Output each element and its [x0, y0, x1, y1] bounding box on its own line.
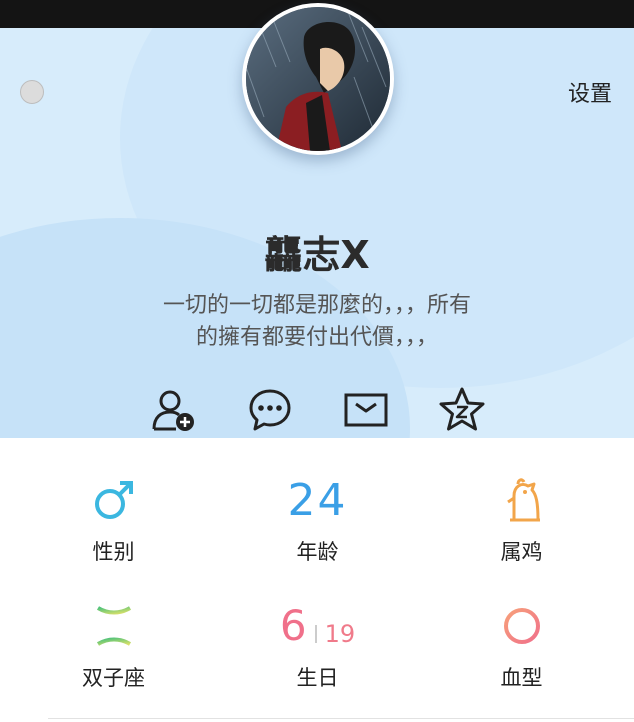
age-value: 24	[287, 474, 348, 526]
blood-type-ring-icon	[503, 608, 540, 644]
settings-button[interactable]: 设置	[568, 76, 612, 108]
mail-button[interactable]	[342, 386, 390, 434]
rooster-icon	[506, 478, 540, 522]
add-friend-button[interactable]	[149, 386, 197, 434]
zodiac-animal-label: 属鸡	[500, 540, 543, 564]
chat-button[interactable]	[246, 386, 294, 434]
birthday-separator	[314, 625, 317, 643]
avatar-image	[246, 7, 390, 151]
star-sign-item: 双子座	[8, 600, 219, 710]
gender-item: 性别	[8, 474, 219, 584]
age-label: 年龄	[296, 540, 339, 564]
male-symbol-icon	[94, 481, 133, 519]
bio-line-2: 的擁有都要付出代價，，，	[195, 325, 438, 350]
birthday-month: 6	[279, 601, 307, 650]
blood-type-label: 血型	[500, 666, 543, 690]
zodiac-animal-item: 属鸡	[416, 474, 627, 584]
birthday-item: 6 19 生日	[212, 600, 423, 710]
birthday-label: 生日	[296, 666, 339, 690]
gemini-icon	[96, 606, 131, 646]
back-button[interactable]	[20, 80, 44, 104]
action-row	[0, 386, 634, 436]
mail-icon	[344, 393, 388, 427]
user-bio: 一切的一切都是那麼的，，，所有 的擁有都要付出代價，，，	[117, 290, 517, 354]
gender-label: 性别	[92, 540, 135, 564]
star-sign-label: 双子座	[82, 666, 145, 690]
avatar[interactable]	[242, 3, 394, 155]
bio-line-1: 一切的一切都是那麼的，，，所有	[162, 293, 471, 318]
divider	[48, 718, 634, 719]
birthday-value: 6 19	[279, 601, 356, 650]
star-icon	[439, 387, 485, 431]
chat-bubble-icon	[249, 389, 291, 431]
add-friend-icon	[152, 390, 194, 431]
blood-type-item: 血型	[416, 600, 627, 710]
user-name: 龘志X	[264, 233, 370, 277]
age-item: 24 年龄	[212, 474, 423, 584]
favorite-button[interactable]	[438, 386, 486, 434]
birthday-day: 19	[324, 620, 356, 648]
